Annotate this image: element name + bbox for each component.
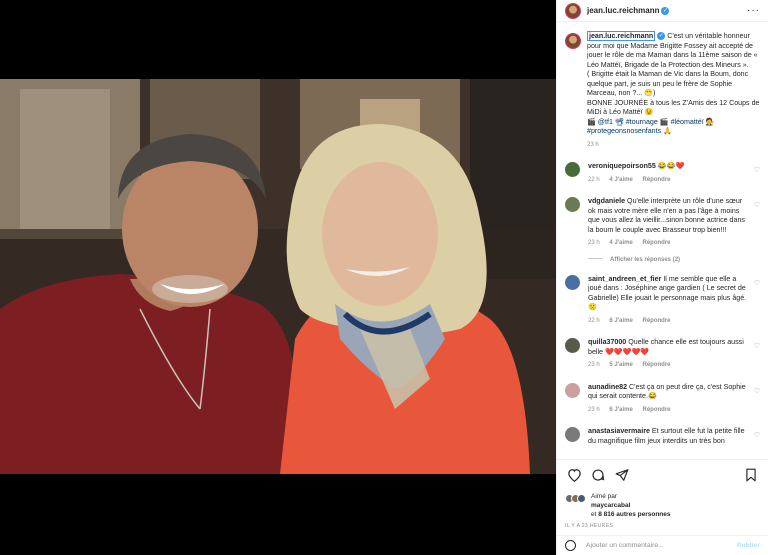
heart-icon[interactable]: ♡ [754,431,760,439]
verified-icon: ✓ [657,32,666,41]
liked-by-prefix: Aimé par [591,493,618,500]
comment-item: saint_andreen_et_fier Il me semble que e… [565,274,760,327]
comment-item: veroniquepoirson55 😂😂❤️ 22 h 4 J'aime Ré… [565,162,760,185]
more-options-icon[interactable]: ··· [747,5,760,16]
post-caption: jean.luc.reichmann ✓ C'est un véritable h… [565,31,760,150]
author-avatar[interactable] [565,2,581,19]
liked-by-user[interactable]: maycarcabal [591,502,630,509]
view-replies-button[interactable]: Afficher les réponses (2) [588,257,760,263]
add-comment-bar: Publier [557,535,768,555]
post-photo[interactable] [0,79,556,474]
reply-button[interactable]: Répondre [642,177,670,183]
commenter-avatar[interactable] [565,382,580,398]
comment-time: 22 h [588,176,600,183]
comment-time: 23 h [588,362,600,368]
comment-input[interactable] [586,542,726,549]
heart-icon[interactable]: ♡ [754,342,760,350]
emoji-icon[interactable] [565,540,576,551]
commenter-avatar[interactable] [565,427,580,442]
commenter-avatar[interactable] [565,338,580,353]
post-date: IL Y A 23 HEURES [565,523,614,529]
comment-likes[interactable]: 4 J'aime [609,240,632,246]
comments-scroll-area[interactable]: jean.luc.reichmann ✓ C'est un véritable h… [557,22,768,459]
commenter-avatar[interactable] [565,274,580,290]
heart-icon[interactable]: ♡ [754,166,760,174]
comment-time: 23 h [588,406,600,413]
reply-button[interactable]: Répondre [642,240,670,246]
post-side-panel: jean.luc.reichmann ✓ ··· jean.luc.reichm… [556,0,768,555]
comment-likes[interactable]: 6 J'aime [609,407,632,413]
comment-bubble-icon[interactable] [589,466,607,484]
caption-line-4[interactable]: 🎬 @tf1 📽 #tournage 🎬 #léomattéï 🧑‍⚖️ [587,118,760,128]
post-actions: Aimé par maycarcabal et 8 816 autres per… [557,459,768,529]
liked-by-others[interactable]: 8 816 autres personnes [598,511,670,518]
reply-button[interactable]: Répondre [642,407,670,413]
verified-icon: ✓ [661,6,670,15]
likes-summary: Aimé par maycarcabal et 8 816 autres per… [565,492,760,519]
comment-username[interactable]: quilla37000 [588,338,626,346]
bookmark-icon[interactable] [742,466,760,484]
comment-likes[interactable]: 6 J'aime [609,318,632,324]
reply-button[interactable]: Répondre [642,362,670,368]
comment-likes[interactable]: 4 J'aime [609,177,632,183]
reply-button[interactable]: Répondre [642,318,670,324]
like-heart-icon[interactable] [565,466,583,484]
commenter-avatar[interactable] [565,197,580,212]
caption-timestamp: 23 h [587,141,599,148]
comment-item: aunadine82 C'est ça on peut dire ça, c'e… [565,382,760,416]
comment-likes[interactable]: 5 J'aime [609,362,632,368]
heart-icon[interactable]: ♡ [754,279,760,287]
comment-time: 22 h [588,317,600,324]
post-header: jean.luc.reichmann ✓ ··· [557,0,768,22]
publish-button[interactable]: Publier [737,542,760,549]
commenter-avatar[interactable] [565,162,580,177]
comment-item: quilla37000 Quelle chance elle est toujo… [565,338,760,371]
comment-username[interactable]: saint_andreen_et_fier [588,275,661,283]
photo-illustration [0,79,556,474]
heart-icon[interactable]: ♡ [754,387,760,395]
author-username[interactable]: jean.luc.reichmann [587,6,659,15]
liked-by-and: et [591,511,597,518]
comment-username[interactable]: anastasiavermaire [588,427,650,435]
liker-avatars[interactable] [565,494,586,519]
comment-item: anastasiavermaire Et surtout elle fut la… [565,427,760,446]
comment-username[interactable]: aunadine82 [588,383,627,391]
caption-line-2: ( Brigitte était la Maman de Vic dans la… [587,70,749,97]
post-media [0,0,556,555]
caption-username[interactable]: jean.luc.reichmann [587,31,656,41]
share-paper-plane-icon[interactable] [613,466,631,484]
comment-text: 😂😂❤️ [657,162,685,170]
comment-username[interactable]: veroniquepoirson55 [588,162,656,170]
comment-time: 23 h [588,240,600,246]
caption-hashtag[interactable]: #protegeonsnosenfants 🙏 [587,127,760,137]
comment-username[interactable]: vdgdaniele [588,197,625,205]
caption-line-3: BONNE JOURNÉE à tous les Z'Amis des 12 C… [587,98,760,117]
heart-icon[interactable]: ♡ [754,201,760,209]
caption-avatar[interactable] [565,33,581,49]
comment-item: vdgdaniele Qu'elle interprète un rôle d'… [565,197,760,249]
